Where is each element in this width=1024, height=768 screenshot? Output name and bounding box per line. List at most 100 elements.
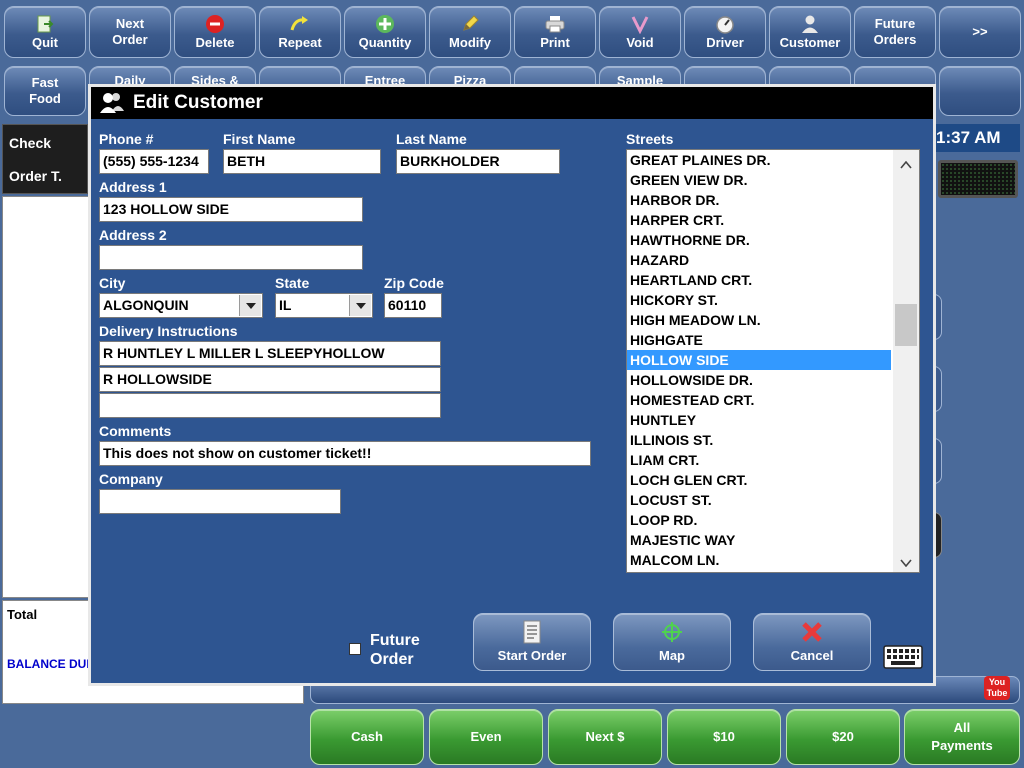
city-dropdown[interactable]: ALGONQUIN <box>99 293 263 318</box>
address2-input[interactable] <box>99 245 363 270</box>
chevron-down-icon[interactable] <box>900 554 912 572</box>
street-item[interactable]: HOMESTEAD CRT. <box>627 390 891 410</box>
street-item[interactable]: MALCOM LN. <box>627 550 891 570</box>
delivery-line-3[interactable] <box>99 393 441 418</box>
more-button[interactable]: >> <box>939 6 1021 58</box>
street-item[interactable]: LIAM CRT. <box>627 450 891 470</box>
keyboard-icon[interactable] <box>883 645 923 674</box>
street-item[interactable]: HUNTLEY <box>627 410 891 430</box>
street-item[interactable]: HIGHGATE <box>627 330 891 350</box>
close-icon <box>800 620 824 644</box>
phone-label: Phone # <box>99 131 154 147</box>
street-item[interactable]: LOCH GLEN CRT. <box>627 470 891 490</box>
streets-scrollbar[interactable] <box>893 150 919 572</box>
delivery-line-1[interactable]: R HUNTLEY L MILLER L SLEEPYHOLLOW <box>99 341 441 366</box>
street-item[interactable]: LOOP RD. <box>627 510 891 530</box>
company-input[interactable] <box>99 489 341 514</box>
delete-icon <box>204 14 226 34</box>
address1-input[interactable]: 123 HOLLOW SIDE <box>99 197 363 222</box>
next-order-label: Next Order <box>112 16 148 47</box>
document-icon <box>520 620 544 644</box>
clock-display: 1:37 AM <box>934 124 1020 152</box>
void-button[interactable]: Void <box>599 6 681 58</box>
driver-label: Driver <box>706 34 744 50</box>
pay-label: All Payments <box>931 720 993 753</box>
street-item[interactable]: GREAT PLAINES DR. <box>627 150 891 170</box>
pay-label: Next $ <box>585 729 625 744</box>
start-order-button[interactable]: Start Order <box>473 613 591 671</box>
check-info-panel: Check Order T. <box>2 124 88 194</box>
comments-input[interactable]: This does not show on customer ticket!! <box>99 441 591 466</box>
youtube-icon[interactable]: You Tube <box>984 676 1010 700</box>
street-item[interactable]: HARBOR DR. <box>627 190 891 210</box>
customer-button[interactable]: Customer <box>769 6 851 58</box>
cash-button[interactable]: Cash <box>310 709 424 765</box>
street-item[interactable]: HAWTHORNE DR. <box>627 230 891 250</box>
future-order-checkbox[interactable] <box>349 643 361 655</box>
modify-button[interactable]: Modify <box>429 6 511 58</box>
delivery-line-2[interactable]: R HOLLOWSIDE <box>99 367 441 392</box>
modify-label: Modify <box>449 34 491 50</box>
dialog-title: Edit Customer <box>133 92 263 113</box>
start-order-label: Start Order <box>497 648 567 663</box>
category-button-12[interactable] <box>939 66 1021 116</box>
dialog-title-bar: Edit Customer <box>91 87 933 119</box>
void-label: Void <box>626 34 654 50</box>
street-item[interactable]: HOLLOWSIDE DR. <box>627 370 891 390</box>
ten-dollar-button[interactable]: $10 <box>667 709 781 765</box>
quantity-button[interactable]: Quantity <box>344 6 426 58</box>
printer-icon <box>544 14 566 34</box>
streets-list[interactable]: GREAT PLAINES DR. GREEN VIEW DR. HARBOR DR… <box>626 149 920 573</box>
more-label: >> <box>972 24 988 39</box>
scrollbar-thumb[interactable] <box>895 304 917 346</box>
chevron-down-icon[interactable] <box>349 295 371 316</box>
even-button[interactable]: Even <box>429 709 543 765</box>
future-orders-button[interactable]: Future Orders <box>854 6 936 58</box>
street-item[interactable]: ILLINOIS ST. <box>627 430 891 450</box>
twenty-dollar-button[interactable]: $20 <box>786 709 900 765</box>
repeat-button[interactable]: Repeat <box>259 6 341 58</box>
city-label: City <box>99 275 126 291</box>
category-fast-food[interactable]: Fast Food <box>4 66 86 116</box>
next-order-button[interactable]: Next Order <box>89 6 171 58</box>
order-items-list[interactable] <box>2 196 90 598</box>
cancel-label: Cancel <box>790 648 834 663</box>
driver-button[interactable]: Driver <box>684 6 766 58</box>
quit-button[interactable]: Quit <box>4 6 86 58</box>
cancel-button[interactable]: Cancel <box>753 613 871 671</box>
street-item[interactable]: HICKORY ST. <box>627 290 891 310</box>
first-name-label: First Name <box>223 131 296 147</box>
street-item[interactable]: HEARTLAND CRT. <box>627 270 891 290</box>
map-label: Map <box>659 648 685 663</box>
first-name-input[interactable]: BETH <box>223 149 381 174</box>
last-name-input[interactable]: BURKHOLDER <box>396 149 560 174</box>
check-label: Check <box>9 135 52 151</box>
chevron-down-icon[interactable] <box>239 295 261 316</box>
print-label: Print <box>540 34 570 50</box>
print-button[interactable]: Print <box>514 6 596 58</box>
last-name-label: Last Name <box>396 131 467 147</box>
person-icon <box>799 14 821 34</box>
zip-input[interactable]: 60110 <box>384 293 442 318</box>
phone-input[interactable]: (555) 555-1234 <box>99 149 209 174</box>
street-item[interactable]: MAJESTIC WAY <box>627 530 891 550</box>
exit-icon <box>34 14 56 34</box>
street-item[interactable]: LOCUST ST. <box>627 490 891 510</box>
comments-label: Comments <box>99 423 172 439</box>
all-payments-button[interactable]: All Payments <box>904 709 1020 765</box>
street-item[interactable]: GREEN VIEW DR. <box>627 170 891 190</box>
next-dollar-button[interactable]: Next $ <box>548 709 662 765</box>
chevron-up-icon[interactable] <box>900 156 912 174</box>
total-label: Total <box>7 607 38 622</box>
customers-icon <box>99 91 125 115</box>
delete-button[interactable]: Delete <box>174 6 256 58</box>
street-item[interactable]: HIGH MEADOW LN. <box>627 310 891 330</box>
balance-due-label: BALANCE DUE <box>7 657 95 671</box>
street-item[interactable]: HARPER CRT. <box>627 210 891 230</box>
street-item[interactable]: HOLLOW SIDE <box>627 350 891 370</box>
state-dropdown[interactable]: IL <box>275 293 373 318</box>
street-item[interactable]: HAZARD <box>627 250 891 270</box>
map-button[interactable]: Map <box>613 613 731 671</box>
pay-label: $10 <box>713 729 735 744</box>
delete-label: Delete <box>195 34 235 50</box>
